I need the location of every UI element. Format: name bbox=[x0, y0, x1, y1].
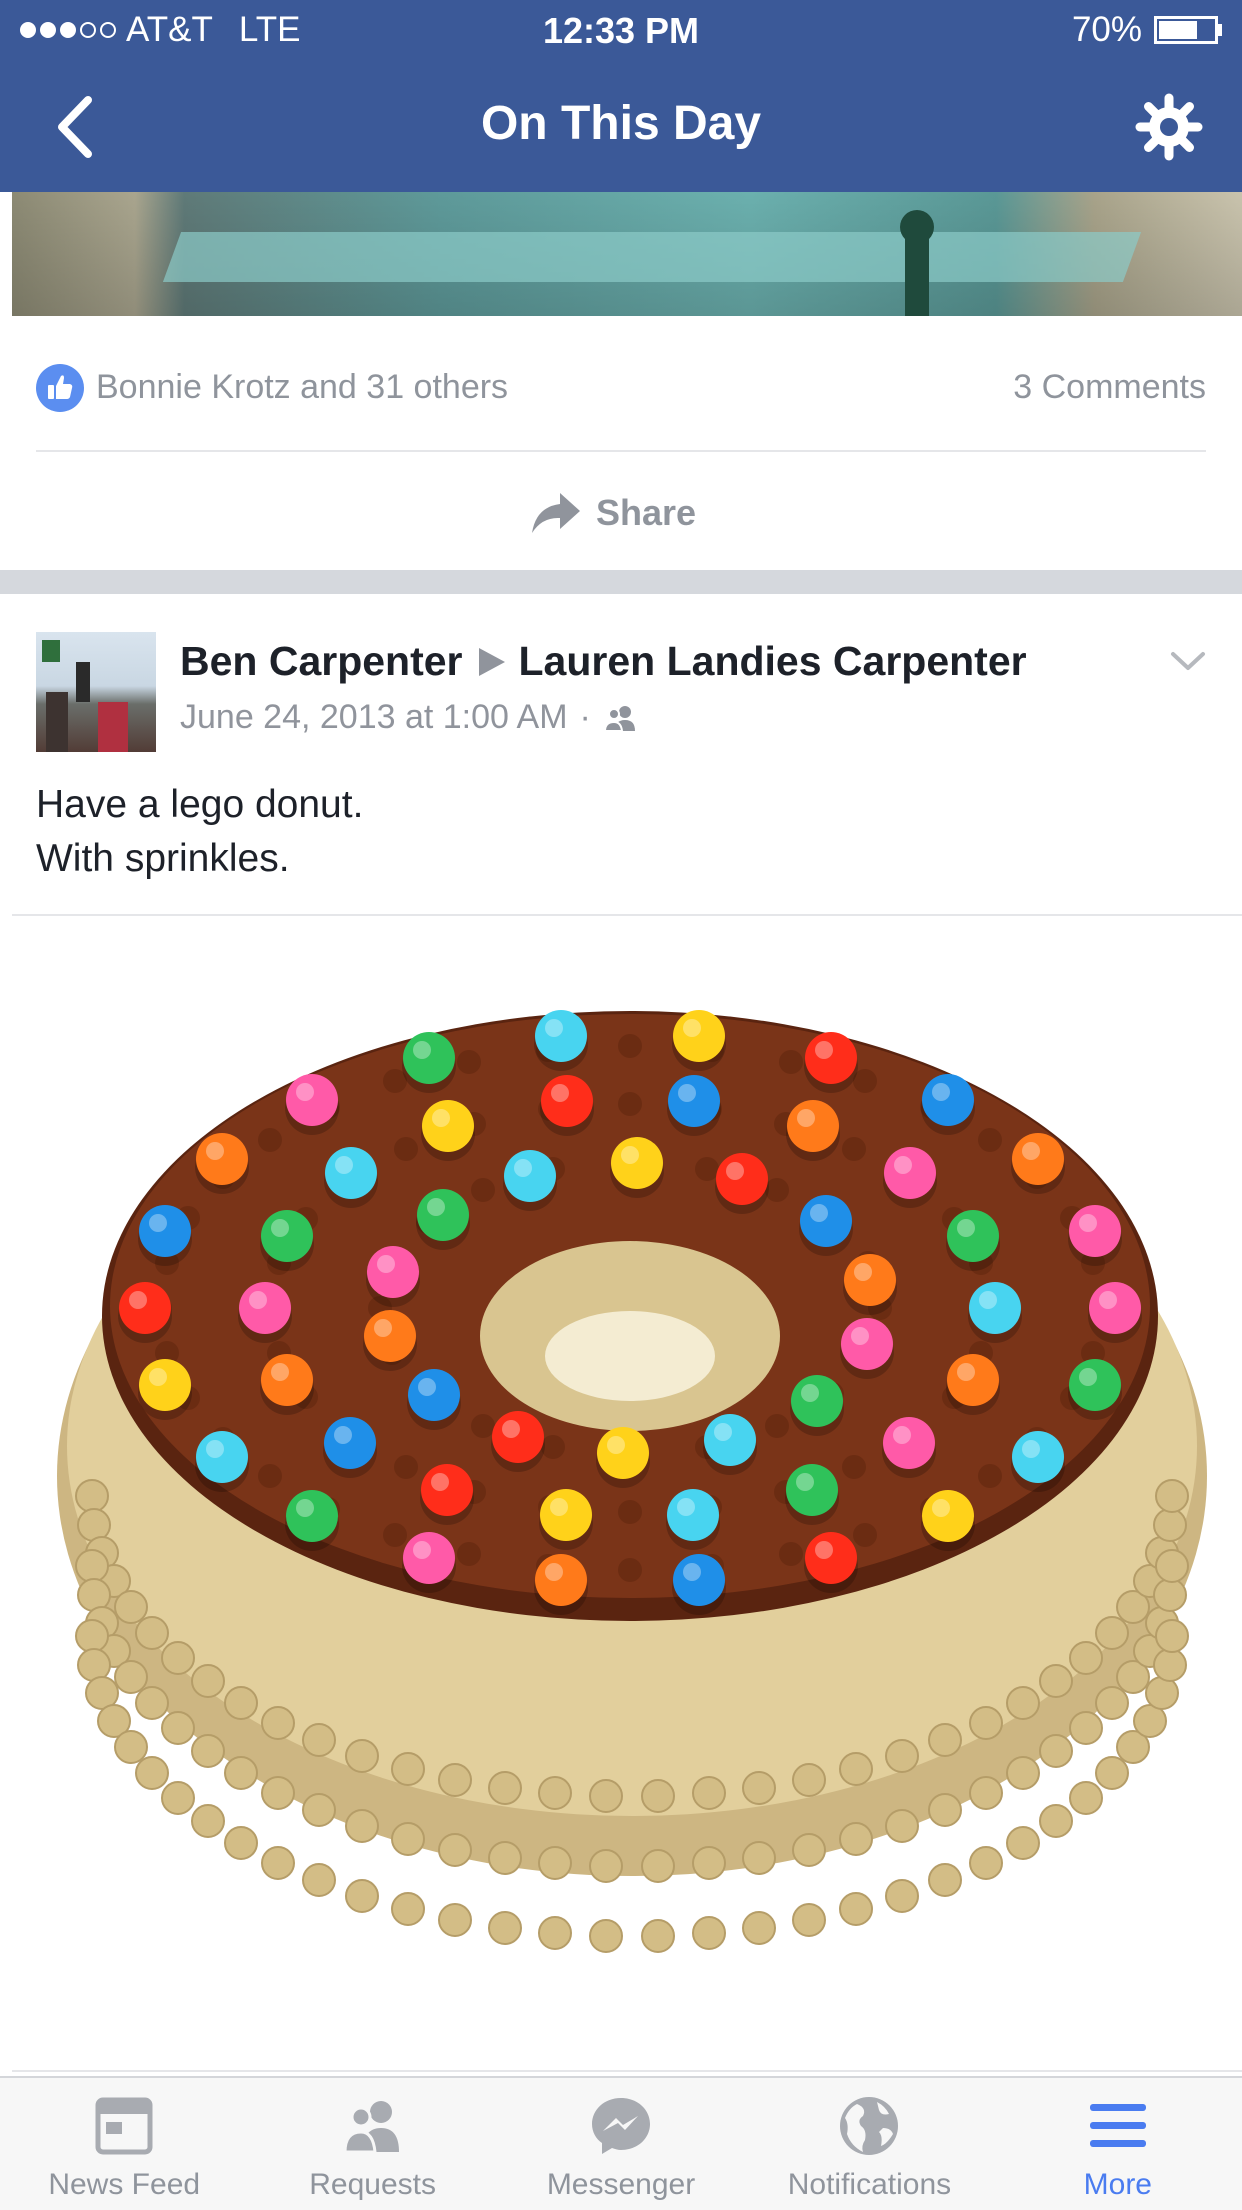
post-meta: June 24, 2013 at 1:00 AM · bbox=[180, 698, 639, 737]
share-arrow-icon bbox=[532, 493, 580, 533]
battery-percentage: 70% bbox=[1071, 10, 1142, 49]
tab-bar: News Feed Requests Messenger Notificatio… bbox=[0, 2076, 1242, 2210]
carrier-name: AT&T bbox=[126, 10, 213, 49]
tab-label: Notifications bbox=[787, 2168, 952, 2201]
author-avatar[interactable] bbox=[36, 632, 156, 752]
tab-news-feed[interactable]: News Feed bbox=[0, 2078, 248, 2210]
arrow-right-icon bbox=[478, 647, 505, 676]
meta-separator: · bbox=[579, 698, 591, 736]
navigation-header: AT&T LTE 12:33 PM 70% On This Day bbox=[0, 0, 1242, 192]
lego-donut-image bbox=[57, 1010, 1207, 1953]
recipient-name[interactable]: Lauren Landies Carpenter bbox=[519, 638, 1027, 685]
chevron-down-icon bbox=[1171, 652, 1205, 670]
carrier-info: AT&T LTE bbox=[20, 10, 300, 50]
likes-summary[interactable]: Bonnie Krotz and 31 others bbox=[96, 368, 508, 407]
previous-post-photo[interactable] bbox=[12, 192, 1242, 316]
post-photo[interactable] bbox=[12, 914, 1242, 2072]
battery-info: 70% bbox=[1072, 10, 1222, 50]
post-message: Have a lego donut. With sprinkles. bbox=[36, 778, 363, 886]
tab-label: More bbox=[1083, 2168, 1152, 2201]
battery-level-fill bbox=[1159, 21, 1197, 39]
tab-label: News Feed bbox=[48, 2168, 201, 2201]
menu-icon bbox=[1089, 2104, 1146, 2147]
post-message-line: With sprinkles. bbox=[36, 837, 290, 880]
globe-icon bbox=[840, 2097, 899, 2155]
share-button[interactable]: Share bbox=[530, 485, 720, 541]
feed-separator bbox=[0, 570, 1242, 594]
settings-button[interactable] bbox=[1134, 92, 1204, 162]
reactions-row: Bonnie Krotz and 31 others 3 Comments bbox=[36, 362, 1206, 414]
chevron-left-icon bbox=[58, 96, 92, 158]
back-button[interactable] bbox=[48, 92, 108, 162]
status-bar: AT&T LTE 12:33 PM 70% bbox=[0, 0, 1242, 62]
network-type: LTE bbox=[238, 10, 301, 49]
author-name[interactable]: Ben Carpenter bbox=[180, 638, 463, 685]
share-label: Share bbox=[596, 492, 697, 533]
tab-label: Requests bbox=[309, 2168, 436, 2201]
tab-messenger[interactable]: Messenger bbox=[497, 2078, 745, 2210]
tab-notifications[interactable]: Notifications bbox=[745, 2078, 993, 2210]
tab-label: Messenger bbox=[546, 2168, 696, 2201]
comments-count-link[interactable]: 3 Comments bbox=[1013, 368, 1206, 407]
messenger-icon bbox=[592, 2098, 651, 2154]
gear-icon bbox=[1135, 93, 1203, 161]
like-icon bbox=[36, 364, 84, 412]
tab-more[interactable]: More bbox=[994, 2078, 1242, 2210]
battery-icon bbox=[1154, 16, 1218, 44]
page-title: On This Day bbox=[480, 97, 762, 150]
divider bbox=[36, 450, 1206, 452]
tab-requests[interactable]: Requests bbox=[248, 2078, 496, 2210]
post-timestamp[interactable]: June 24, 2013 at 1:00 AM bbox=[180, 698, 568, 737]
battery-tip bbox=[1218, 24, 1222, 36]
post-message-line: Have a lego donut. bbox=[36, 783, 364, 826]
post-header: Ben Carpenter Lauren Landies Carpenter bbox=[180, 638, 1027, 685]
news-feed-icon bbox=[95, 2097, 153, 2155]
friends-icon bbox=[603, 705, 635, 732]
friend-requests-icon bbox=[343, 2101, 399, 2154]
signal-strength-icon bbox=[20, 22, 116, 38]
post-options-button[interactable] bbox=[1168, 646, 1208, 676]
